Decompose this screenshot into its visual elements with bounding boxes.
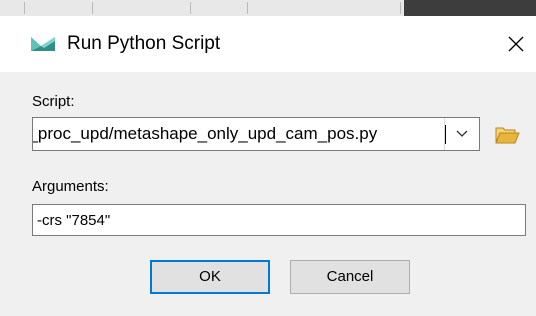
toolbar-separator (190, 2, 191, 14)
run-python-script-dialog: Run Python Script Script: a_proc_upd/met… (0, 16, 536, 316)
chevron-down-icon (456, 130, 468, 137)
dialog-title: Run Python Script (67, 33, 221, 54)
toolbar-separator (400, 2, 401, 14)
ok-button[interactable]: OK (150, 260, 270, 294)
parent-dark-panel (404, 0, 536, 16)
toolbar-separator (92, 2, 93, 14)
close-icon (508, 36, 524, 52)
parent-window-strip (0, 0, 536, 17)
script-dropdown-button[interactable] (444, 118, 479, 150)
toolbar-separator (247, 2, 248, 14)
script-path-text[interactable]: a_proc_upd/metashape_only_upd_cam_pos.py (33, 118, 445, 150)
arguments-input[interactable] (32, 204, 526, 236)
cancel-button[interactable]: Cancel (290, 260, 410, 294)
dialog-titlebar[interactable]: Run Python Script (0, 16, 536, 72)
arguments-label: Arguments: (32, 178, 109, 195)
script-combobox[interactable]: a_proc_upd/metashape_only_upd_cam_pos.py (32, 117, 480, 151)
folder-open-icon (495, 127, 520, 144)
metashape-app-icon (31, 35, 55, 53)
close-button[interactable] (500, 28, 532, 60)
toolbar-separator (24, 2, 25, 14)
script-label: Script: (32, 93, 75, 110)
browse-script-button[interactable] (490, 123, 524, 147)
